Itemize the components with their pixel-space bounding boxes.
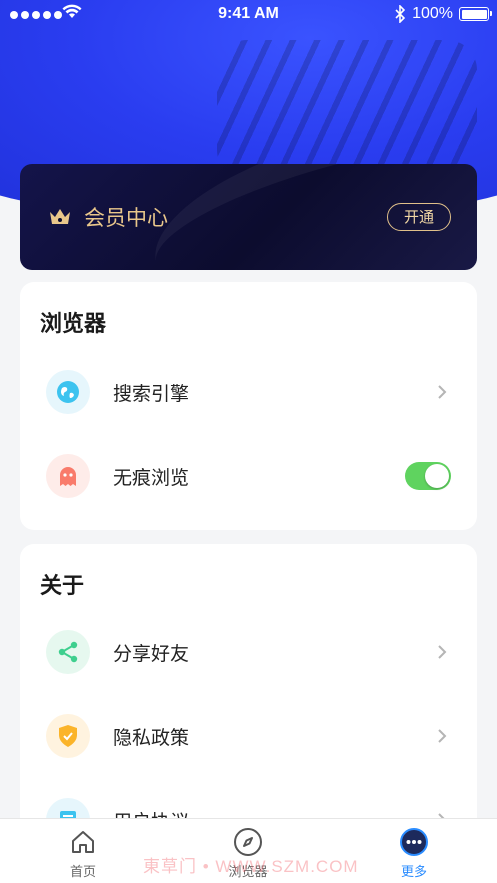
battery-icon (459, 7, 492, 21)
tab-home[interactable]: 首页 (33, 827, 133, 880)
search-engine-row[interactable]: 搜索引擎 (20, 350, 477, 434)
tab-more-label: 更多 (400, 865, 427, 880)
crown-icon (50, 209, 70, 224)
share-icon (46, 630, 90, 674)
chevron-right-icon (438, 645, 447, 659)
share-friends-row[interactable]: 分享好友 (20, 610, 477, 694)
browser-section-title: 浏览器 (40, 312, 107, 337)
incognito-toggle[interactable] (405, 462, 451, 490)
privacy-policy-label: 隐私政策 (113, 727, 190, 749)
tab-more[interactable]: 更多 (364, 827, 464, 880)
activate-button[interactable]: 开通 (387, 203, 451, 231)
hero-decoration (217, 40, 477, 180)
browser-section: 浏览器 搜索引擎 无痕浏览 (20, 282, 477, 530)
ghost-icon (46, 454, 90, 498)
search-engine-label: 搜索引擎 (113, 383, 190, 405)
battery-percent: 100% (412, 5, 453, 22)
privacy-policy-row[interactable]: 隐私政策 (20, 694, 477, 778)
bluetooth-icon (395, 5, 405, 23)
about-section-title: 关于 (40, 574, 85, 599)
chevron-right-icon (438, 385, 447, 399)
shield-icon (46, 714, 90, 758)
incognito-label: 无痕浏览 (113, 467, 190, 489)
globe-icon (46, 370, 90, 414)
tab-home-label: 首页 (69, 865, 96, 880)
watermark: 東草门 • WWW.SZM.COM (143, 857, 359, 876)
vip-card[interactable]: 会员中心 开通 (20, 164, 477, 270)
chevron-right-icon (438, 729, 447, 743)
about-section: 关于 分享好友 隐私政策 (20, 544, 477, 844)
share-friends-label: 分享好友 (113, 643, 190, 665)
status-bar: 9:41 AM 100% (0, 0, 497, 30)
home-icon (72, 831, 94, 853)
more-icon (400, 828, 428, 856)
incognito-row: 无痕浏览 (20, 434, 477, 518)
vip-title: 会员中心 (84, 206, 168, 230)
